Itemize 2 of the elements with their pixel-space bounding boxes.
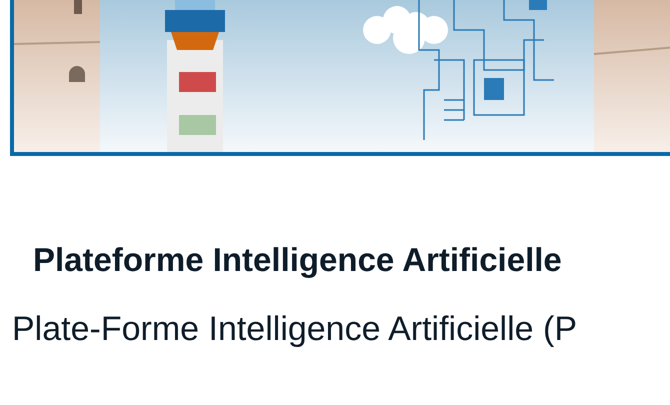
intro-paragraph: Plate-Forme Intelligence Artificielle (P (11, 309, 578, 350)
page-heading: Plateforme Intelligence Artificielle (32, 240, 563, 280)
